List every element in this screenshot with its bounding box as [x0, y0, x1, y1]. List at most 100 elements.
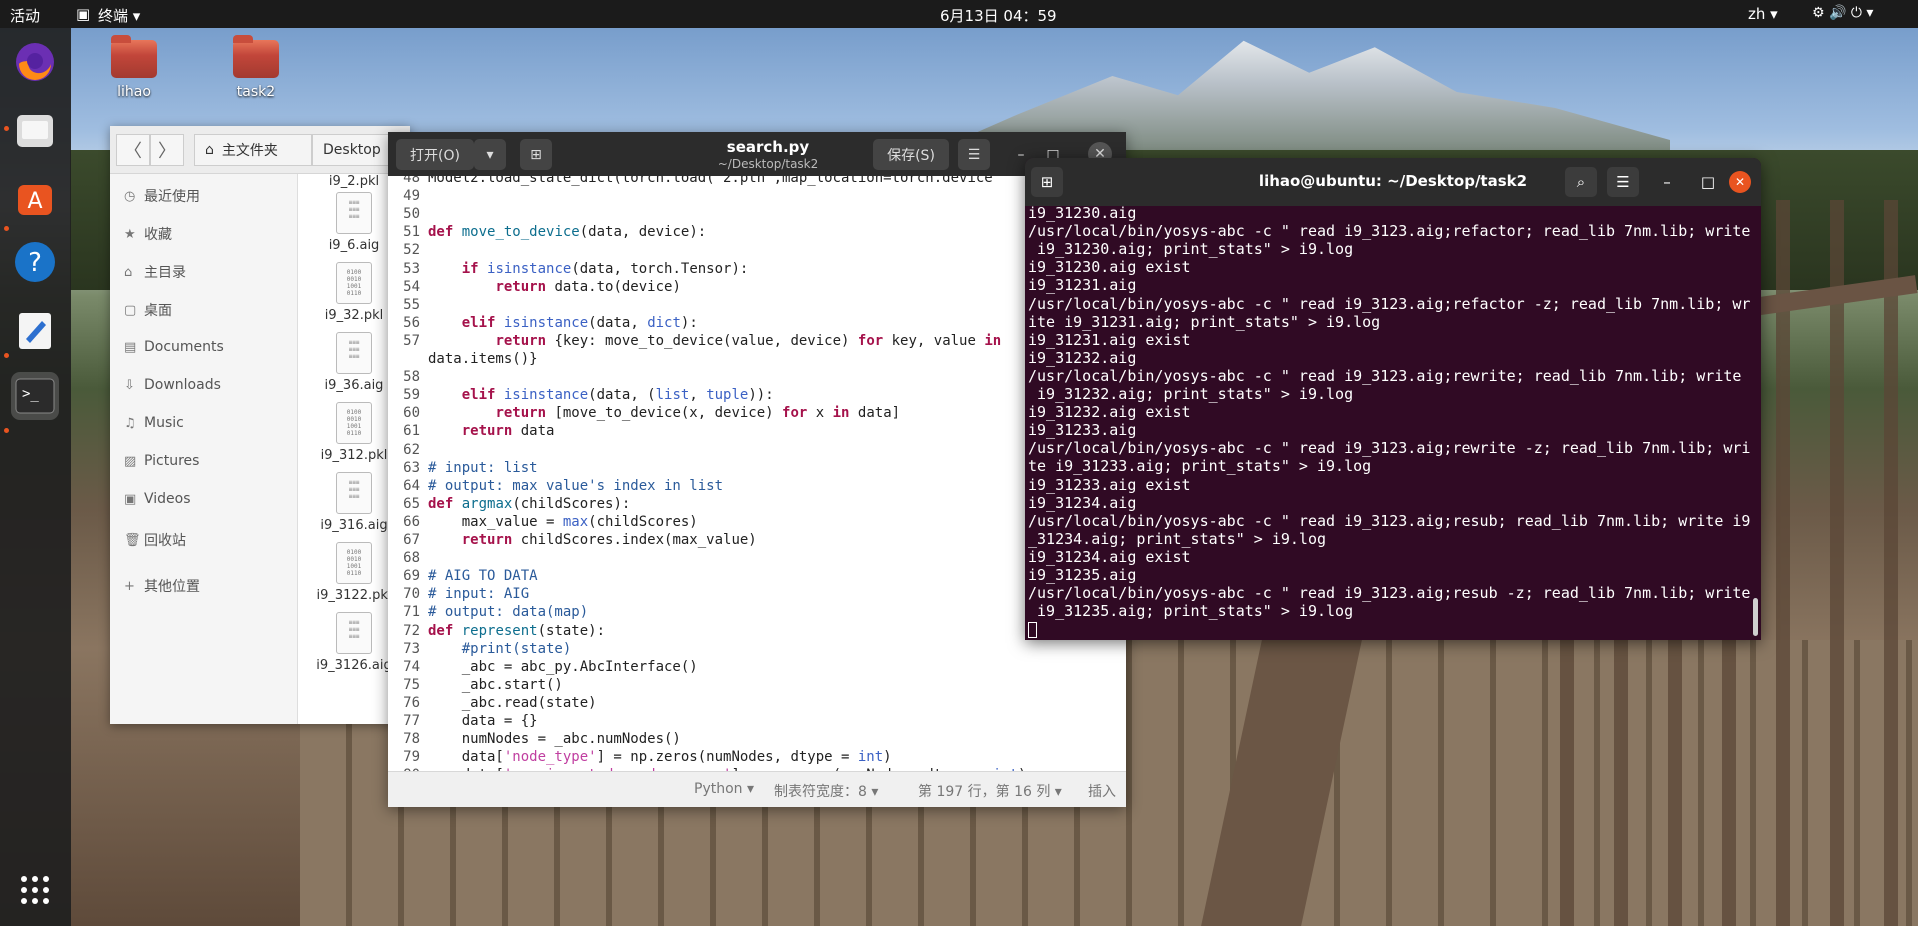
- status-bar: Python ▾ 制表符宽度：8 ▾ 第 197 行，第 16 列 ▾ 插入: [388, 771, 1126, 807]
- open-recent-dropdown[interactable]: ▾: [474, 139, 506, 170]
- tab-width-selector[interactable]: 制表符宽度：8 ▾: [774, 781, 878, 801]
- terminal-window: ⊞ lihao@ubuntu: ~/Desktop/task2 ⌕ ☰ – □ …: [1025, 158, 1761, 640]
- sidebar-item[interactable]: ♫ Music: [124, 415, 184, 431]
- sidebar-item[interactable]: ▣ Videos: [124, 491, 191, 507]
- terminal-line: i9_31230.aig; print_stats" > i9.log: [1028, 240, 1354, 259]
- code-view[interactable]: 48 Model2.load_state_dict(torch.load('2.p…: [388, 176, 1126, 771]
- minimize-icon: –: [1663, 173, 1671, 191]
- desktop-icon-task2[interactable]: task2: [216, 35, 296, 100]
- sidebar-item[interactable]: ⌂ 主目录: [124, 262, 186, 282]
- clock[interactable]: 6月13日 04：59: [940, 5, 1057, 26]
- sidebar-item[interactable]: ▢ 桌面: [124, 300, 172, 320]
- breadcrumb-label: Desktop: [323, 142, 381, 158]
- svg-text:>_: >_: [22, 386, 39, 402]
- line-number: 76: [403, 694, 420, 711]
- sidebar-item[interactable]: ◷ 最近使用: [124, 186, 200, 206]
- line-number: 77: [403, 713, 420, 729]
- breadcrumb-home[interactable]: ⌂ 主文件夹: [194, 134, 312, 166]
- menu-button[interactable]: ☰: [1607, 167, 1639, 197]
- sidebar-item[interactable]: ⇩ Downloads: [124, 377, 221, 393]
- desktop-icon-lihao[interactable]: lihao: [94, 35, 174, 100]
- sidebar-item-icon: ⇩: [124, 377, 135, 393]
- app-menu[interactable]: 终端 ▾: [98, 5, 140, 26]
- apps-grid-icon[interactable]: [11, 866, 59, 914]
- terminal-line: /usr/local/bin/yosys-abc -c " read i9_31…: [1028, 584, 1751, 603]
- text-file-icon: ≡≡≡ ≡≡≡ ≡≡≡: [336, 472, 372, 514]
- code-line: 58: [388, 369, 428, 387]
- back-button[interactable]: 〈: [116, 134, 150, 166]
- sidebar-item-icon: ▤: [124, 339, 137, 355]
- terminal-line: ite i9_31231.aig; print_stats" > i9.log: [1028, 312, 1381, 331]
- help-icon[interactable]: ?: [11, 238, 59, 286]
- text-file-icon: ≡≡≡ ≡≡≡ ≡≡≡: [336, 612, 372, 654]
- line-number: 52: [403, 242, 420, 259]
- line-number: 54: [403, 278, 420, 295]
- sidebar-item-label: 回收站: [144, 533, 186, 549]
- sidebar-item[interactable]: 🗑 回收站: [124, 530, 186, 550]
- text-editor-icon[interactable]: [11, 306, 59, 354]
- sidebar-item[interactable]: + 其他位置: [124, 576, 200, 596]
- svg-text:?: ?: [28, 248, 42, 278]
- terminal-line: i9_31235.aig: [1028, 566, 1137, 584]
- folder-icon: [233, 35, 279, 78]
- file-manager-window: 〈 〉 ⌂ 主文件夹 Desktop ◷ 最近使用 ★ 收藏 ⌂ 主目录 ▢ 桌面 ▤ Docume…: [110, 126, 410, 724]
- scrollbar-thumb[interactable]: [1753, 598, 1758, 636]
- sidebar-item-icon: ◷: [124, 188, 136, 204]
- open-button[interactable]: 打开(O): [396, 139, 474, 170]
- terminal-headerbar: ⊞ lihao@ubuntu: ~/Desktop/task2 ⌕ ☰ – □ …: [1025, 158, 1761, 206]
- sidebar-item-icon: ▣: [124, 491, 137, 507]
- terminal-output[interactable]: i9_31230.aig/usr/local/bin/yosys-abc -c …: [1025, 204, 1761, 640]
- activities-button[interactable]: 活动: [10, 5, 40, 26]
- software-icon[interactable]: A: [11, 174, 59, 222]
- language-selector[interactable]: Python ▾: [694, 781, 754, 797]
- code-line: 78 numNodes = _abc.numNodes(): [388, 731, 681, 749]
- sidebar-item[interactable]: ▨ Pictures: [124, 453, 199, 469]
- text-editor-window: 打开(O) ▾ ⊞ search.py ~/Desktop/task2 保存(S…: [388, 132, 1126, 807]
- code-line: 53 if isinstance(data, torch.Tensor):: [388, 261, 748, 279]
- firefox-icon[interactable]: [11, 38, 59, 86]
- code-line: data.items()}: [428, 351, 538, 367]
- terminal-icon[interactable]: >_: [11, 372, 59, 420]
- terminal-line: i9_31233.aig: [1028, 421, 1137, 440]
- line-number: 75: [403, 676, 420, 693]
- search-button[interactable]: ⌕: [1565, 167, 1597, 197]
- sidebar-item-label: 主目录: [144, 265, 186, 281]
- code-line: 68: [388, 550, 428, 568]
- line-number: 63: [403, 459, 420, 476]
- code-line: 72 def represent(state):: [388, 623, 605, 641]
- open-label: 打开(O): [410, 147, 460, 164]
- hamburger-menu-icon: ☰: [1616, 173, 1630, 191]
- code-line: 73 #print(state): [388, 641, 571, 659]
- code-line: 48 Model2.load_state_dict(torch.load('2.p…: [388, 176, 993, 188]
- terminal-line: i9_31231.aig: [1028, 276, 1137, 295]
- new-tab-button[interactable]: ⊞: [520, 139, 552, 170]
- menu-button[interactable]: ☰: [958, 139, 990, 170]
- input-method-menu[interactable]: zh ▾: [1748, 5, 1778, 23]
- system-menu-icons[interactable]: ⚙ 🔊 ⏻ ▾: [1812, 5, 1873, 21]
- running-indicator: [4, 428, 9, 433]
- line-number: 58: [403, 369, 420, 386]
- sidebar-item[interactable]: ▤ Documents: [124, 339, 224, 355]
- save-button[interactable]: 保存(S): [873, 139, 949, 170]
- sidebar-item-label: 其他位置: [144, 579, 200, 595]
- maximize-button[interactable]: □: [1692, 167, 1724, 197]
- line-number: 48: [403, 176, 420, 186]
- line-number: 59: [403, 387, 420, 404]
- terminal-app-menu-icon[interactable]: ▣: [76, 5, 90, 23]
- sidebar-item-label: 最近使用: [144, 189, 200, 205]
- sidebar-item[interactable]: ★ 收藏: [124, 224, 172, 244]
- line-number: 68: [403, 550, 420, 567]
- line-number: 72: [403, 622, 420, 639]
- code-line: 50: [388, 206, 428, 224]
- terminal-line: /usr/local/bin/yosys-abc -c " read i9_31…: [1028, 294, 1751, 313]
- sidebar-item-icon: ▨: [124, 453, 137, 469]
- code-line: 65 def argmax(childScores):: [388, 496, 630, 514]
- save-label: 保存(S): [887, 147, 935, 164]
- cursor-position[interactable]: 第 197 行，第 16 列 ▾: [918, 781, 1062, 801]
- close-button[interactable]: ✕: [1729, 171, 1751, 193]
- code-line: 71 # output: data(map): [388, 604, 588, 622]
- forward-button[interactable]: 〉: [150, 134, 184, 166]
- files-icon[interactable]: [11, 106, 59, 154]
- minimize-button[interactable]: –: [1651, 167, 1683, 197]
- line-number: 57: [403, 332, 420, 349]
